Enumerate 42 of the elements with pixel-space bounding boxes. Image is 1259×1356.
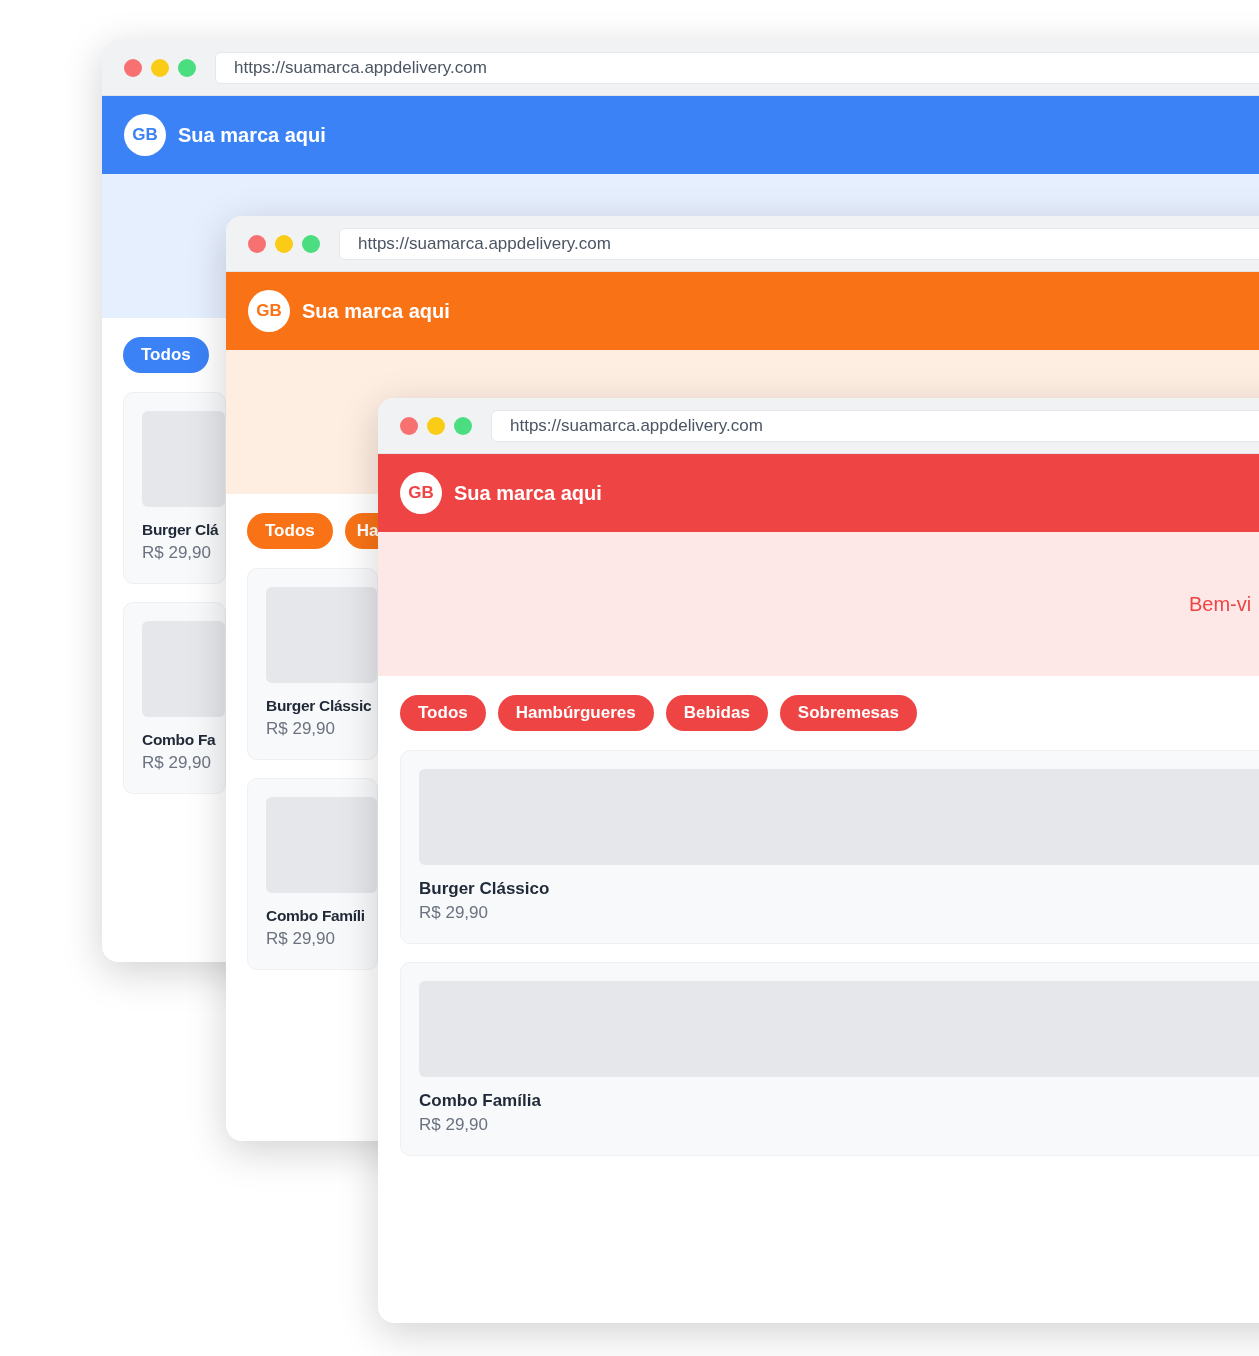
brand-name: Sua marca aqui <box>302 299 450 323</box>
product-name: Combo Famíli <box>266 907 366 925</box>
product-card[interactable]: Burger Clássico R$ 29,90 <box>400 750 1259 944</box>
maximize-button[interactable] <box>302 234 320 253</box>
close-button[interactable] <box>124 58 142 77</box>
product-name: Combo Fa <box>142 731 217 749</box>
logo-badge: GB <box>248 290 290 332</box>
product-name: Burger Clássic <box>266 697 373 715</box>
close-button[interactable] <box>248 234 266 253</box>
logo-badge: GB <box>124 114 166 156</box>
product-price: R$ 29,90 <box>142 753 212 773</box>
close-button[interactable] <box>400 416 418 435</box>
product-name: Burger Clá <box>142 521 220 539</box>
brand-name: Sua marca aqui <box>454 481 602 505</box>
product-card[interactable]: Combo Família R$ 29,90 <box>400 962 1259 1156</box>
maximize-button[interactable] <box>454 416 472 435</box>
product-name: Combo Família <box>419 1091 542 1111</box>
product-card[interactable]: Burger Clássic R$ 29,90 <box>247 568 378 760</box>
minimize-button[interactable] <box>275 234 293 253</box>
category-chip[interactable]: Sobremesas <box>779 695 917 731</box>
minimize-button[interactable] <box>151 58 169 77</box>
product-price: R$ 29,90 <box>142 543 212 563</box>
product-card[interactable]: Burger Clá R$ 29,90 <box>123 392 226 584</box>
welcome-text: Bem-vi <box>1189 592 1252 616</box>
minimize-button[interactable] <box>427 416 445 435</box>
product-price: R$ 29,90 <box>266 929 336 949</box>
address-bar[interactable]: https://suamarca.appdelivery.com <box>491 409 1259 442</box>
category-chip[interactable]: Todos <box>400 695 486 731</box>
product-name: Burger Clássico <box>419 879 551 899</box>
brand-name: Sua marca aqui <box>178 123 326 147</box>
product-price: R$ 29,90 <box>419 903 489 923</box>
category-chip[interactable]: Todos <box>123 337 209 373</box>
category-chip[interactable]: Hambúrgueres <box>497 695 654 731</box>
product-price: R$ 29,90 <box>266 719 336 739</box>
product-card[interactable]: Combo Fa R$ 29,90 <box>123 602 226 794</box>
category-chip[interactable]: Bebidas <box>665 695 768 731</box>
address-bar[interactable]: https://suamarca.appdelivery.com <box>339 227 1259 260</box>
logo-badge: GB <box>400 472 442 514</box>
maximize-button[interactable] <box>178 58 196 77</box>
address-bar[interactable]: https://suamarca.appdelivery.com <box>215 51 1259 84</box>
product-card[interactable]: Combo Famíli R$ 29,90 <box>247 778 378 970</box>
product-price: R$ 29,90 <box>419 1115 489 1135</box>
